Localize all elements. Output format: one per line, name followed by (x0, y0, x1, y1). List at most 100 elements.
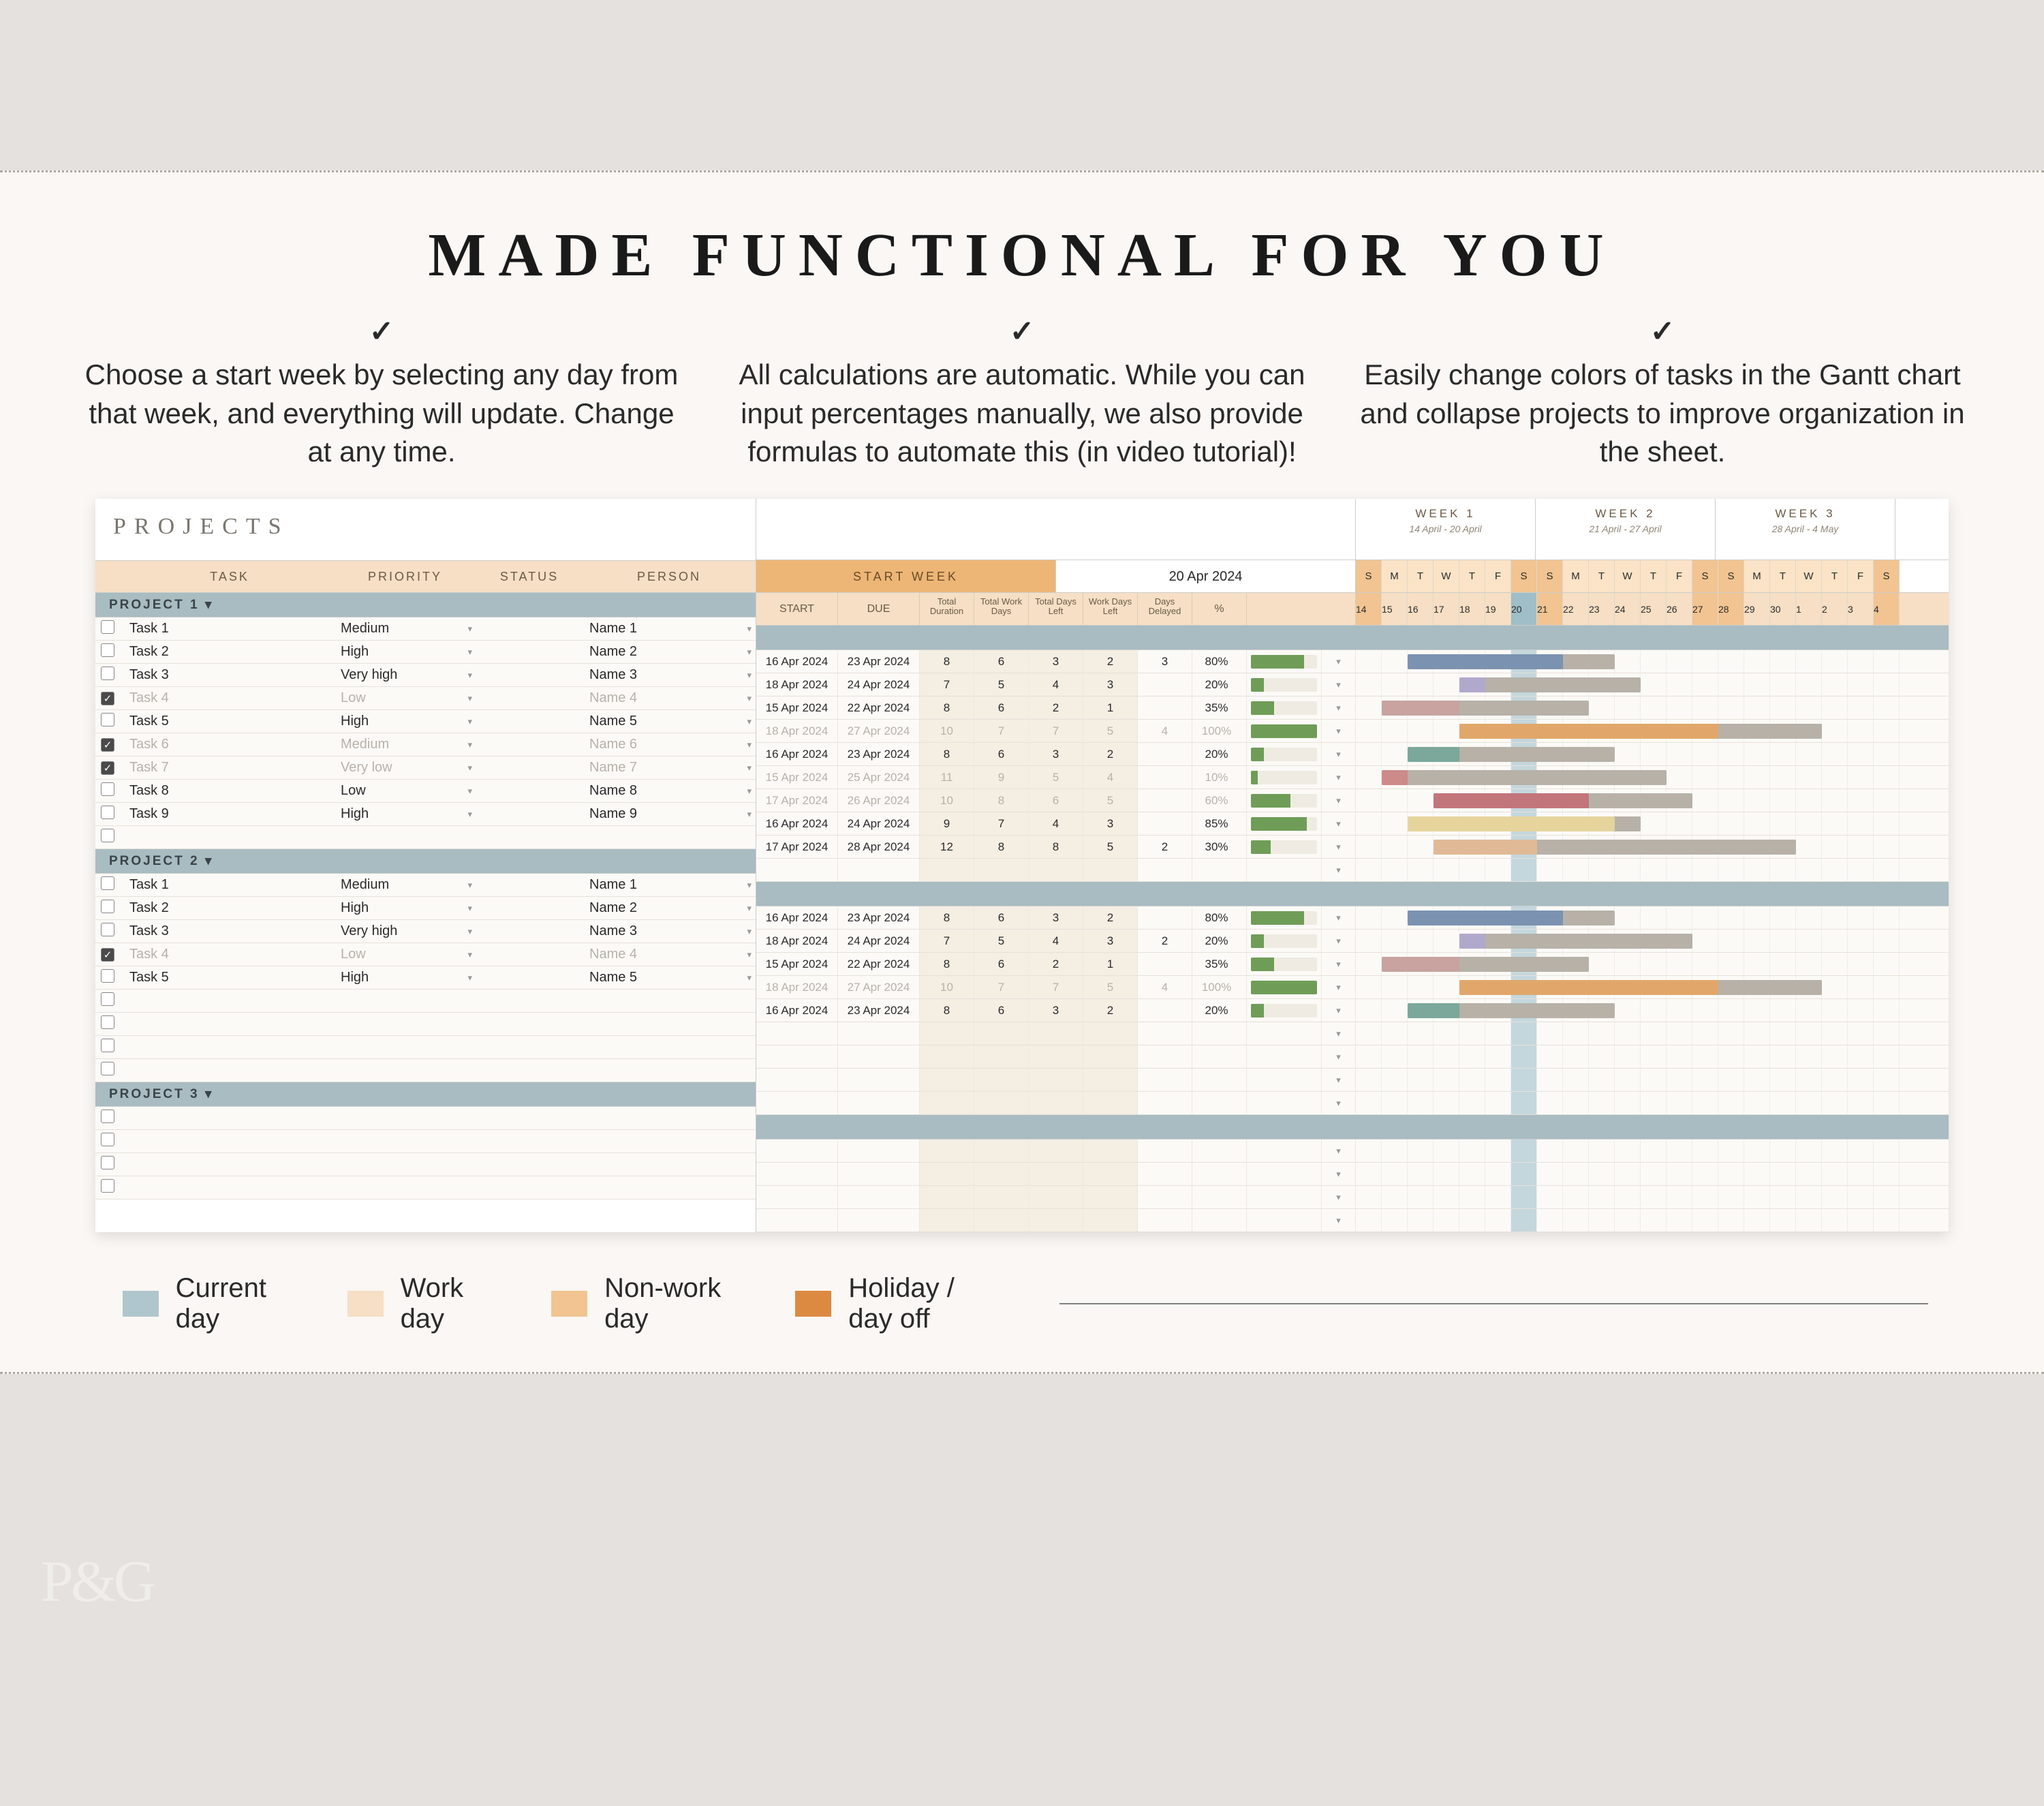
start-date[interactable]: 18 Apr 2024 (756, 930, 838, 952)
due-date[interactable]: 24 Apr 2024 (838, 812, 920, 835)
due-date[interactable]: 27 Apr 2024 (838, 720, 920, 742)
start-date[interactable] (756, 1069, 838, 1091)
task-checkbox[interactable] (95, 620, 124, 638)
percent-value[interactable]: 35% (1192, 953, 1247, 975)
task-name[interactable]: Task 2 (124, 644, 335, 660)
color-dropdown[interactable] (1322, 697, 1356, 719)
task-checkbox[interactable] (95, 1133, 124, 1150)
due-date[interactable]: 23 Apr 2024 (838, 906, 920, 929)
start-date[interactable] (756, 1209, 838, 1231)
start-date[interactable]: 15 Apr 2024 (756, 953, 838, 975)
due-date[interactable] (838, 1092, 920, 1114)
color-dropdown[interactable] (1322, 930, 1356, 952)
gantt-bar[interactable] (1382, 770, 1667, 785)
start-date[interactable] (756, 1139, 838, 1162)
task-checkbox[interactable] (95, 713, 124, 731)
start-week-value[interactable]: 20 Apr 2024 (1056, 560, 1356, 592)
person-dropdown[interactable]: Name 9 (584, 806, 754, 822)
task-checkbox[interactable] (95, 1039, 124, 1056)
percent-value[interactable]: 85% (1192, 812, 1247, 835)
color-dropdown[interactable] (1322, 789, 1356, 812)
percent-value[interactable] (1192, 859, 1247, 881)
color-dropdown[interactable] (1322, 976, 1356, 998)
start-date[interactable] (756, 859, 838, 881)
due-date[interactable]: 22 Apr 2024 (838, 953, 920, 975)
color-dropdown[interactable] (1322, 673, 1356, 696)
percent-value[interactable]: 35% (1192, 697, 1247, 719)
percent-value[interactable]: 20% (1192, 930, 1247, 952)
task-checkbox[interactable] (95, 923, 124, 940)
task-name[interactable]: Task 1 (124, 877, 335, 893)
task-name[interactable]: Task 6 (124, 737, 335, 752)
priority-dropdown[interactable]: Medium (335, 737, 475, 752)
priority-dropdown[interactable]: Low (335, 690, 475, 706)
color-dropdown[interactable] (1322, 1163, 1356, 1185)
start-date[interactable]: 16 Apr 2024 (756, 743, 838, 765)
color-dropdown[interactable] (1322, 1139, 1356, 1162)
project-section-header[interactable]: PROJECT 1 ▾ (95, 593, 756, 617)
color-dropdown[interactable] (1322, 743, 1356, 765)
person-dropdown[interactable]: Name 2 (584, 644, 754, 660)
due-date[interactable] (838, 1069, 920, 1091)
due-date[interactable]: 27 Apr 2024 (838, 976, 920, 998)
due-date[interactable]: 23 Apr 2024 (838, 650, 920, 673)
due-date[interactable]: 24 Apr 2024 (838, 930, 920, 952)
priority-dropdown[interactable]: High (335, 644, 475, 660)
person-dropdown[interactable]: Name 8 (584, 783, 754, 799)
percent-value[interactable]: 80% (1192, 650, 1247, 673)
start-date[interactable] (756, 1186, 838, 1208)
color-dropdown[interactable] (1322, 953, 1356, 975)
due-date[interactable] (838, 1139, 920, 1162)
start-date[interactable]: 16 Apr 2024 (756, 650, 838, 673)
due-date[interactable]: 23 Apr 2024 (838, 743, 920, 765)
percent-value[interactable] (1192, 1139, 1247, 1162)
task-checkbox[interactable] (95, 782, 124, 800)
percent-value[interactable]: 20% (1192, 673, 1247, 696)
percent-value[interactable] (1192, 1069, 1247, 1091)
start-date[interactable]: 18 Apr 2024 (756, 673, 838, 696)
person-dropdown[interactable]: Name 2 (584, 900, 754, 916)
start-date[interactable] (756, 1163, 838, 1185)
task-name[interactable]: Task 9 (124, 806, 335, 822)
percent-value[interactable]: 20% (1192, 999, 1247, 1022)
priority-dropdown[interactable]: Very high (335, 923, 475, 939)
person-dropdown[interactable]: Name 1 (584, 877, 754, 893)
color-dropdown[interactable] (1322, 906, 1356, 929)
task-name[interactable]: Task 4 (124, 947, 335, 962)
percent-value[interactable]: 60% (1192, 789, 1247, 812)
task-checkbox[interactable]: ✓ (95, 737, 124, 752)
due-date[interactable]: 22 Apr 2024 (838, 697, 920, 719)
task-checkbox[interactable]: ✓ (95, 947, 124, 962)
task-name[interactable]: Task 8 (124, 783, 335, 799)
percent-value[interactable] (1192, 1045, 1247, 1068)
percent-value[interactable]: 10% (1192, 766, 1247, 789)
color-dropdown[interactable] (1322, 1209, 1356, 1231)
due-date[interactable]: 28 Apr 2024 (838, 836, 920, 858)
start-date[interactable]: 16 Apr 2024 (756, 812, 838, 835)
color-dropdown[interactable] (1322, 999, 1356, 1022)
color-dropdown[interactable] (1322, 720, 1356, 742)
percent-value[interactable]: 80% (1192, 906, 1247, 929)
color-dropdown[interactable] (1322, 766, 1356, 789)
color-dropdown[interactable] (1322, 1186, 1356, 1208)
task-name[interactable]: Task 3 (124, 667, 335, 683)
task-checkbox[interactable] (95, 1179, 124, 1197)
task-checkbox[interactable] (95, 643, 124, 661)
start-date[interactable]: 16 Apr 2024 (756, 999, 838, 1022)
due-date[interactable]: 25 Apr 2024 (838, 766, 920, 789)
person-dropdown[interactable]: Name 4 (584, 690, 754, 706)
person-dropdown[interactable]: Name 4 (584, 947, 754, 962)
task-name[interactable]: Task 5 (124, 714, 335, 729)
percent-value[interactable]: 100% (1192, 976, 1247, 998)
task-name[interactable]: Task 1 (124, 621, 335, 637)
start-date[interactable]: 16 Apr 2024 (756, 906, 838, 929)
task-checkbox[interactable] (95, 806, 124, 823)
start-date[interactable]: 18 Apr 2024 (756, 720, 838, 742)
task-checkbox[interactable] (95, 1109, 124, 1127)
person-dropdown[interactable]: Name 7 (584, 760, 754, 776)
due-date[interactable] (838, 1045, 920, 1068)
color-dropdown[interactable] (1322, 1069, 1356, 1091)
start-date[interactable] (756, 1022, 838, 1045)
due-date[interactable]: 26 Apr 2024 (838, 789, 920, 812)
start-date[interactable]: 17 Apr 2024 (756, 789, 838, 812)
